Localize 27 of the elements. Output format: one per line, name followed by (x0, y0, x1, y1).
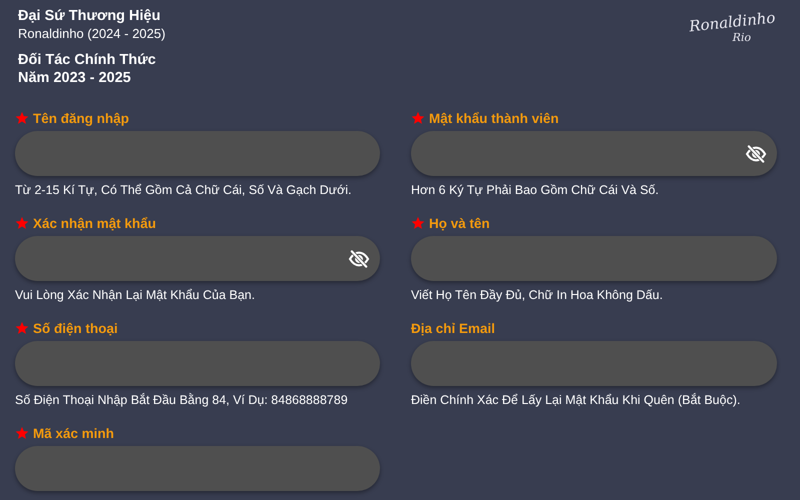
field-label: Tên đăng nhập (33, 110, 129, 126)
field-label: Họ và tên (429, 216, 490, 230)
hint-text: Hơn 6 Ký Tự Phải Bao Gồm Chữ Cái Và Số. (411, 183, 660, 197)
hint-text: Vui Lòng Xác Nhận Lại Mật Khẩu Của Bạn. (15, 288, 256, 302)
hint-text: Viết Họ Tên Đầy Đủ, Chữ In Hoa Không Dấu. (411, 288, 664, 302)
field-label: Mật khẩu thành viên (429, 110, 559, 126)
hint-text: Điền Chính Xác Để Lấy Lại Mật Khẩu Khi Quên (Bắt Buộc). (411, 393, 742, 407)
ambassador-title: Đại Sứ Thương Hiệu (18, 7, 162, 25)
input-field[interactable] (15, 131, 380, 176)
eye-slash-icon[interactable] (745, 144, 767, 162)
field-label: Xác nhận mật khẩu (33, 216, 156, 230)
partner-years: Năm 2023 - 2025 (18, 69, 132, 87)
input-field[interactable] (15, 236, 380, 281)
hint-text: Từ 2-15 Kí Tự, Có Thể Gồm Cả Chữ Cái, Số Và Gạch Dưới. (15, 183, 352, 197)
partner-title: Đối Tác Chính Thức (18, 51, 157, 69)
field-label: Địa chỉ Email (411, 320, 496, 336)
signature-place: Rio (732, 31, 751, 44)
ambassador-name: Ronaldinho (2024 - 2025) (18, 25, 166, 42)
input-field[interactable] (411, 131, 777, 176)
field-label: Số điện thoại (33, 320, 118, 336)
input-field[interactable] (15, 341, 380, 386)
field-label: Mã xác minh (33, 426, 114, 440)
input-field[interactable] (15, 446, 380, 491)
hint-text: Số Điện Thoại Nhập Bắt Đầu Bằng 84, Ví Dụ: 84868888789 (15, 393, 349, 407)
eye-slash-icon[interactable] (348, 250, 370, 268)
input-field[interactable] (411, 341, 777, 386)
input-field[interactable] (411, 236, 777, 281)
